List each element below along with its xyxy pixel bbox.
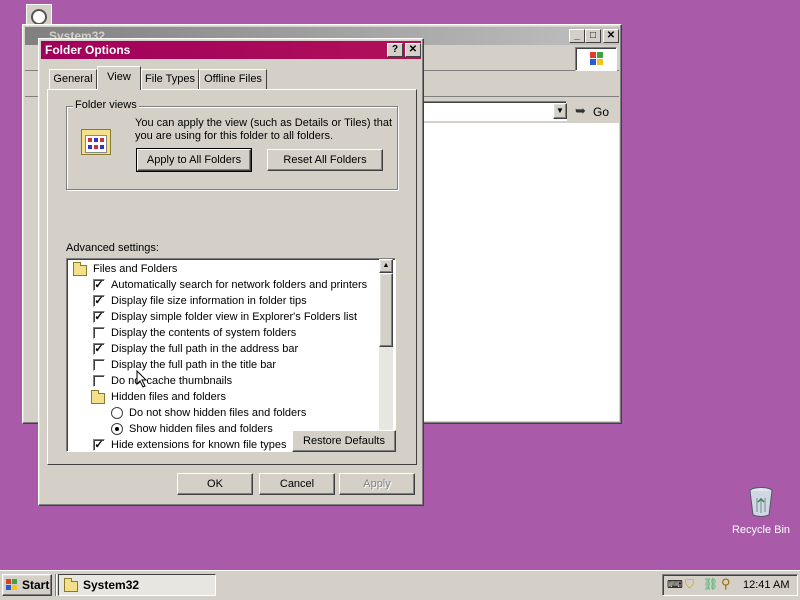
restore-defaults-button[interactable]: Restore Defaults — [292, 430, 396, 452]
item-file-size-info[interactable]: Display file size information in folder … — [111, 295, 307, 307]
ok-button[interactable]: OK — [177, 473, 253, 495]
start-button[interactable]: Start — [2, 574, 52, 596]
item-cache-thumbnails[interactable]: Do not cache thumbnails — [111, 375, 232, 387]
checkbox-full-path-address[interactable]: ✓ — [93, 343, 105, 355]
dialog-titlebar: Folder Options ? ✕ — [41, 41, 421, 59]
apply-to-all-folders-button[interactable]: Apply to All Folders — [136, 148, 252, 172]
tab-file-types[interactable]: File Types — [141, 69, 199, 89]
dialog-close-button[interactable]: ✕ — [405, 43, 421, 57]
folder-views-description: You can apply the view (such as Details … — [135, 117, 393, 142]
windows-logo-icon — [575, 47, 617, 71]
radio-show-hidden[interactable] — [111, 423, 123, 435]
tab-panel: Folder views You can apply the view (suc… — [47, 89, 417, 465]
scroll-up-button[interactable]: ▲ — [379, 259, 393, 273]
advanced-settings-label: Advanced settings: — [66, 242, 159, 254]
go-arrow-icon: ➥ — [575, 103, 586, 118]
radio-do-not-show-hidden[interactable] — [111, 407, 123, 419]
item-full-path-address[interactable]: Display the full path in the address bar — [111, 343, 298, 355]
recycle-bin[interactable]: Recycle Bin — [726, 486, 796, 542]
folder-views-icon — [81, 129, 111, 155]
checkbox-simple-folder-view[interactable]: ✓ — [93, 311, 105, 323]
explorer-minimize-button[interactable]: _ — [569, 29, 585, 43]
network-icon[interactable]: ⛓ — [703, 577, 718, 591]
taskbar: Start System32 ⌨ ⛉ ⛓ ⚲ 12:41 AM — [0, 570, 800, 600]
folder-views-group: Folder views You can apply the view (suc… — [66, 99, 398, 190]
tab-file-types-label: File Types — [145, 73, 195, 85]
keyboard-icon[interactable]: ⌨ — [667, 578, 683, 591]
cancel-button[interactable]: Cancel — [259, 473, 335, 495]
folder-options-dialog: Folder Options ? ✕ General View File Typ… — [38, 38, 424, 506]
go-button[interactable]: ➥ Go — [573, 103, 619, 121]
folder-icon — [91, 390, 105, 404]
system-tray: ⌨ ⛉ ⛓ ⚲ 12:41 AM — [662, 574, 798, 596]
checkbox-file-size-info[interactable]: ✓ — [93, 295, 105, 307]
tab-general-label: General — [53, 73, 93, 85]
apply-button[interactable]: Apply — [339, 473, 415, 495]
taskbar-button-label: System32 — [83, 578, 140, 592]
go-label: Go — [593, 105, 610, 119]
search-icon[interactable]: ⚲ — [721, 576, 731, 592]
folder-icon — [64, 578, 78, 592]
taskbar-separator — [55, 574, 57, 596]
tab-general[interactable]: General — [49, 69, 97, 89]
clock[interactable]: 12:41 AM — [743, 579, 789, 591]
tab-offline-files-label: Offline Files — [204, 73, 262, 85]
recycle-bin-label: Recycle Bin — [731, 524, 791, 536]
explorer-close-button[interactable]: ✕ — [603, 29, 619, 43]
item-hide-extensions[interactable]: Hide extensions for known file types — [111, 439, 286, 451]
help-button[interactable]: ? — [387, 43, 403, 57]
checkbox-auto-search[interactable]: ✓ — [93, 279, 105, 291]
checkbox-system-folders[interactable] — [93, 327, 105, 339]
list-scrollbar[interactable]: ▲ ▼ — [379, 259, 393, 449]
reset-all-folders-button[interactable]: Reset All Folders — [267, 149, 383, 171]
scroll-thumb[interactable] — [379, 273, 393, 347]
address-dropdown-button[interactable]: ▼ — [553, 103, 567, 119]
group-files-folders: Files and Folders — [93, 263, 178, 275]
clock-icon — [31, 9, 47, 25]
checkbox-cache-thumbnails[interactable] — [93, 375, 105, 387]
folder-icon — [73, 262, 87, 276]
checkbox-full-path-title[interactable] — [93, 359, 105, 371]
start-label: Start — [22, 578, 50, 592]
item-show-hidden[interactable]: Show hidden files and folders — [129, 423, 273, 435]
tab-view[interactable]: View — [97, 66, 141, 90]
windows-flag-icon — [6, 579, 18, 591]
explorer-content — [421, 123, 619, 421]
item-simple-folder-view[interactable]: Display simple folder view in Explorer's… — [111, 311, 357, 323]
mouse-cursor-icon — [136, 370, 148, 388]
checkbox-hide-extensions[interactable]: ✓ — [93, 439, 105, 451]
security-shield-icon[interactable]: ⛉ — [685, 577, 694, 592]
tab-offline-files[interactable]: Offline Files — [199, 69, 267, 89]
address-field[interactable] — [421, 101, 567, 121]
dialog-title: Folder Options — [45, 43, 131, 57]
item-auto-search[interactable]: Automatically search for network folders… — [111, 279, 367, 291]
explorer-maximize-button[interactable]: □ — [585, 29, 601, 43]
advanced-settings-list[interactable]: Files and Folders ✓ Automatically search… — [66, 258, 396, 452]
tab-view-label: View — [107, 71, 131, 83]
recycle-bin-icon — [749, 487, 773, 517]
taskbar-button-system32[interactable]: System32 — [58, 574, 216, 596]
folder-views-legend: Folder views — [73, 99, 139, 111]
item-system-folders[interactable]: Display the contents of system folders — [111, 327, 296, 339]
group-hidden-files: Hidden files and folders — [111, 391, 226, 403]
item-do-not-show-hidden[interactable]: Do not show hidden files and folders — [129, 407, 306, 419]
